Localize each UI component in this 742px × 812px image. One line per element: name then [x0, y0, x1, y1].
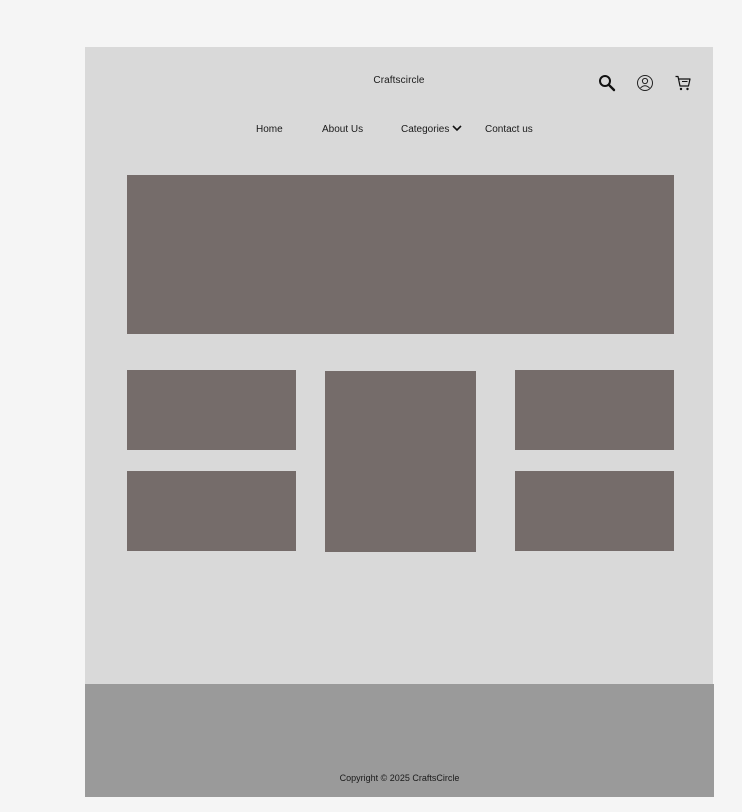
cart-icon[interactable] — [673, 73, 693, 93]
card-placeholder-center — [325, 371, 476, 552]
card-placeholder-right-top — [515, 370, 674, 450]
chevron-down-icon — [452, 124, 462, 135]
search-icon[interactable] — [597, 73, 617, 93]
nav-home[interactable]: Home — [256, 124, 283, 135]
nav-contact-us[interactable]: Contact us — [485, 124, 533, 135]
nav-about-us[interactable]: About Us — [322, 124, 363, 135]
card-placeholder-right-bottom — [515, 471, 674, 551]
footer: Copyright © 2025 CraftsCircle — [85, 684, 714, 797]
nav-categories-label: Categories — [401, 124, 450, 135]
nav-categories[interactable]: Categories — [401, 124, 462, 135]
copyright-text: Copyright © 2025 CraftsCircle — [339, 773, 460, 783]
hero-banner-placeholder — [127, 175, 674, 334]
nav-contact-label: Contact us — [485, 124, 533, 135]
user-icon[interactable] — [635, 73, 655, 93]
card-placeholder-left-top — [127, 370, 296, 450]
nav-about-label: About Us — [322, 124, 364, 135]
card-placeholder-left-bottom — [127, 471, 296, 551]
nav-home-label: Home — [256, 124, 283, 135]
header-icons — [597, 73, 693, 93]
